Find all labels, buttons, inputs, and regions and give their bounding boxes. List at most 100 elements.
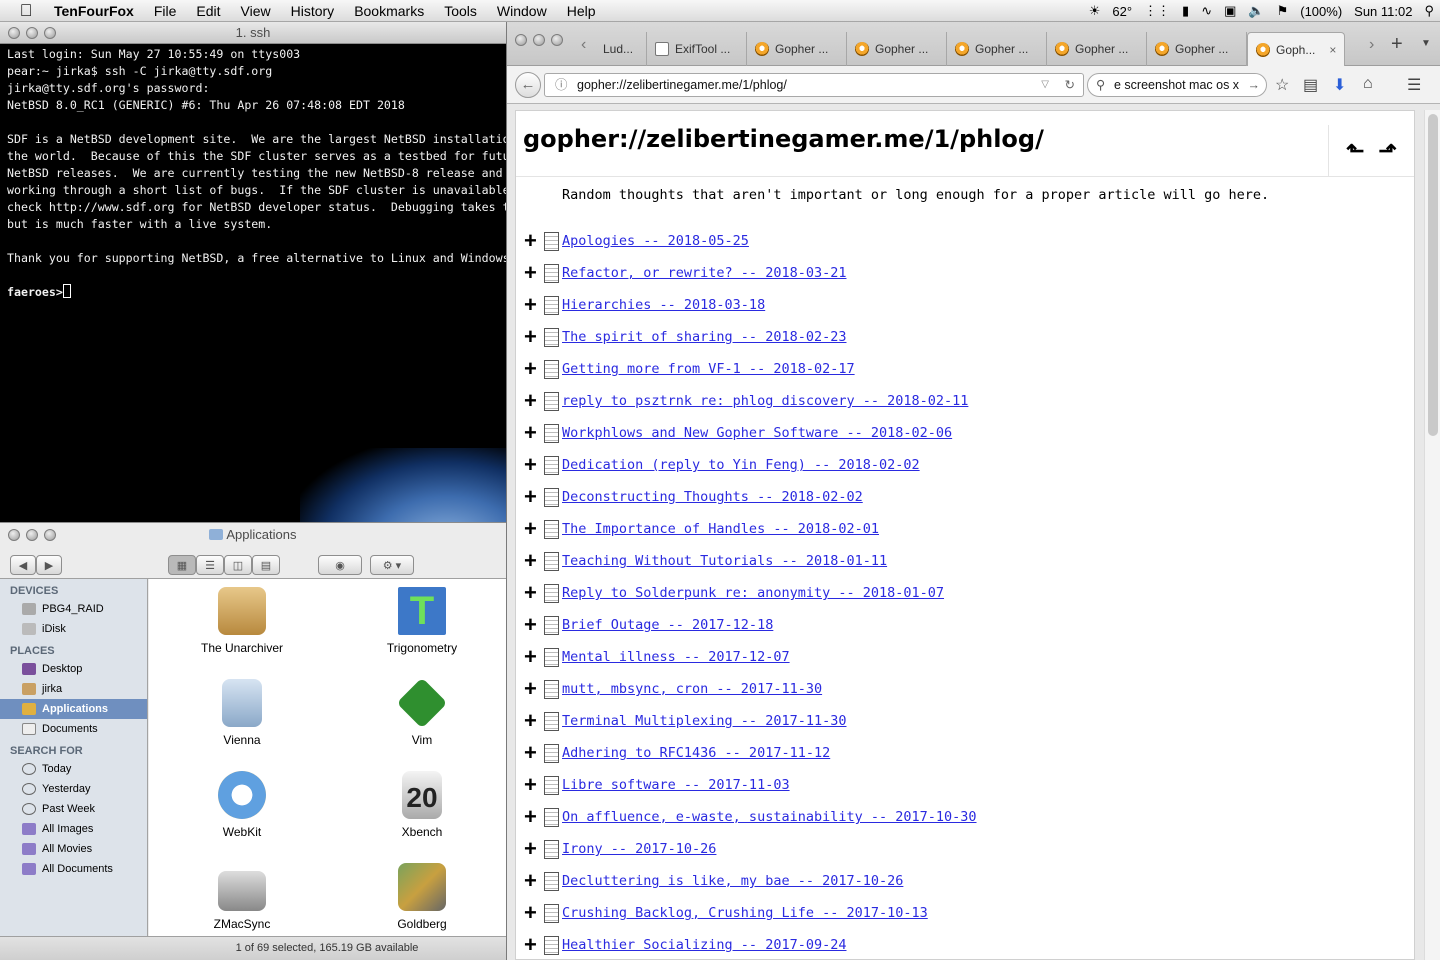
forward-button[interactable]: ▶ [36,555,62,575]
tab-6[interactable]: Gopher ... [1047,32,1147,66]
expand-icon[interactable]: + [524,358,544,380]
close-button[interactable] [515,34,527,46]
phlog-entry-link[interactable]: Reply to Solderpunk re: anonymity -- 201… [562,585,944,601]
bookmarks-menu-icon[interactable]: ▤ [1303,75,1318,95]
minimize-button[interactable] [26,27,38,39]
wifi-icon[interactable]: ∿ [1195,3,1218,19]
page-scrollbar[interactable] [1424,110,1440,960]
expand-icon[interactable]: + [524,678,544,700]
tab-1[interactable]: Lud... [595,32,647,66]
phlog-entry-link[interactable]: Libre software -- 2017-11-03 [562,777,790,793]
app-webkit[interactable]: WebKit [167,771,317,839]
terminal-window[interactable]: 1. ssh Last login: Sun May 27 10:55:49 o… [0,22,506,522]
temperature-label[interactable]: 62° [1106,4,1138,19]
phlog-entry-link[interactable]: Mental illness -- 2017-12-07 [562,649,790,665]
expand-icon[interactable]: + [524,294,544,316]
app-the-unarchiver[interactable]: The Unarchiver [167,587,317,655]
browser-window[interactable]: ‹ Lud... ExifTool ... Gopher ... Gopher … [506,22,1440,960]
dots-icon[interactable]: ⋮⋮ [1138,3,1176,19]
expand-icon[interactable]: + [524,870,544,892]
menu-tools[interactable]: Tools [434,3,487,19]
expand-icon[interactable]: + [524,806,544,828]
sidebar-item-idisk[interactable]: iDisk [0,619,147,639]
expand-icon[interactable]: + [524,902,544,924]
info-icon[interactable]: ⓘ [555,74,568,96]
expand-icon[interactable]: + [524,582,544,604]
menu-edit[interactable]: Edit [186,3,230,19]
hamburger-menu-icon[interactable]: ☰ [1407,75,1421,95]
close-button[interactable] [8,27,20,39]
coverflow-view-button[interactable]: ▤ [252,555,280,575]
finder-titlebar[interactable]: Applications [0,523,506,549]
new-tab-icon[interactable]: + [1391,33,1403,56]
weather-icon[interactable]: ☀ [1083,3,1107,19]
expand-icon[interactable]: + [524,230,544,252]
tab-7[interactable]: Gopher ... [1147,32,1247,66]
expand-icon[interactable]: + [524,454,544,476]
tab-scroll-left-icon[interactable]: ‹ [581,36,586,54]
close-button[interactable] [8,529,20,541]
sidebar-header-search[interactable]: SEARCH FOR [10,745,147,757]
expand-icon[interactable]: + [524,326,544,348]
sidebar-item-documents[interactable]: Documents [0,719,147,739]
tab-active[interactable]: Goph... × [1247,32,1345,67]
search-bar[interactable]: ⚲ e screenshot mac os x → [1087,73,1267,97]
terminal-output[interactable]: Last login: Sun May 27 10:55:49 on ttys0… [0,44,506,303]
url-dropdown-icon[interactable]: ▽ [1041,74,1049,96]
menu-help[interactable]: Help [557,3,606,19]
phlog-entry-link[interactable]: Getting more from VF-1 -- 2018-02-17 [562,361,855,377]
tab-scroll-right-icon[interactable]: › [1369,36,1374,54]
sidebar-item-past-week[interactable]: Past Week [0,799,147,819]
tab-close-icon[interactable]: × [1329,43,1336,57]
expand-icon[interactable]: + [524,550,544,572]
app-vienna[interactable]: Vienna [167,679,317,747]
phlog-entry-link[interactable]: Workphlows and New Gopher Software -- 20… [562,425,952,441]
zoom-button[interactable] [551,34,563,46]
phlog-entry-link[interactable]: Irony -- 2017-10-26 [562,841,716,857]
phlog-entry-link[interactable]: On affluence, e-waste, sustainability --… [562,809,977,825]
flag-icon[interactable]: ⚑ [1271,3,1295,19]
app-trigonometry[interactable]: T Trigonometry [347,587,497,655]
phlog-entry-link[interactable]: mutt, mbsync, cron -- 2017-11-30 [562,681,822,697]
bookmark-star-icon[interactable]: ☆ [1275,75,1289,95]
sidebar-item-all-documents[interactable]: All Documents [0,859,147,879]
minimize-button[interactable] [533,34,545,46]
sidebar-item-jirka[interactable]: jirka [0,679,147,699]
downloads-icon[interactable]: ⬇ [1333,75,1346,95]
menu-view[interactable]: View [231,3,281,19]
zoom-button[interactable] [44,529,56,541]
battery-percent[interactable]: (100%) [1294,4,1348,19]
phlog-entry-link[interactable]: The spirit of sharing -- 2018-02-23 [562,329,846,345]
apple-menu-icon[interactable]:  [0,1,52,21]
expand-icon[interactable]: + [524,934,544,956]
sidebar-item-applications[interactable]: Applications [0,699,147,719]
spotlight-icon[interactable]: ⚲ [1418,3,1440,19]
clock[interactable]: Sun 11:02 [1348,4,1418,19]
minimize-button[interactable] [26,529,38,541]
app-vim[interactable]: Vim [347,677,497,747]
menu-file[interactable]: File [144,3,187,19]
phlog-entry-link[interactable]: Apologies -- 2018-05-25 [562,233,749,249]
tab-2[interactable]: ExifTool ... [647,32,747,66]
sidebar-item-pbg4-raid[interactable]: PBG4_RAID [0,599,147,619]
battery-icon[interactable]: ▮ [1176,3,1195,19]
reload-icon[interactable]: ↻ [1065,74,1075,96]
sidebar-header-places[interactable]: PLACES [10,645,147,657]
phlog-entry-link[interactable]: Healthier Socializing -- 2017-09-24 [562,937,846,953]
menu-history[interactable]: History [281,3,345,19]
phlog-entry-link[interactable]: Decluttering is like, my bae -- 2017-10-… [562,873,903,889]
phlog-entry-link[interactable]: Brief Outage -- 2017-12-18 [562,617,773,633]
expand-icon[interactable]: + [524,390,544,412]
phlog-entry-link[interactable]: Hierarchies -- 2018-03-18 [562,297,765,313]
zoom-button[interactable] [44,27,56,39]
phlog-entry-link[interactable]: Dedication (reply to Yin Feng) -- 2018-0… [562,457,920,473]
column-view-button[interactable]: ◫ [224,555,252,575]
volume-icon[interactable]: 🔈 [1242,3,1270,19]
sidebar-item-all-images[interactable]: All Images [0,819,147,839]
phlog-entry-link[interactable]: Deconstructing Thoughts -- 2018-02-02 [562,489,863,505]
expand-icon[interactable]: + [524,422,544,444]
menu-window[interactable]: Window [487,3,557,19]
expand-icon[interactable]: + [524,614,544,636]
menu-bookmarks[interactable]: Bookmarks [344,3,434,19]
expand-icon[interactable]: + [524,486,544,508]
